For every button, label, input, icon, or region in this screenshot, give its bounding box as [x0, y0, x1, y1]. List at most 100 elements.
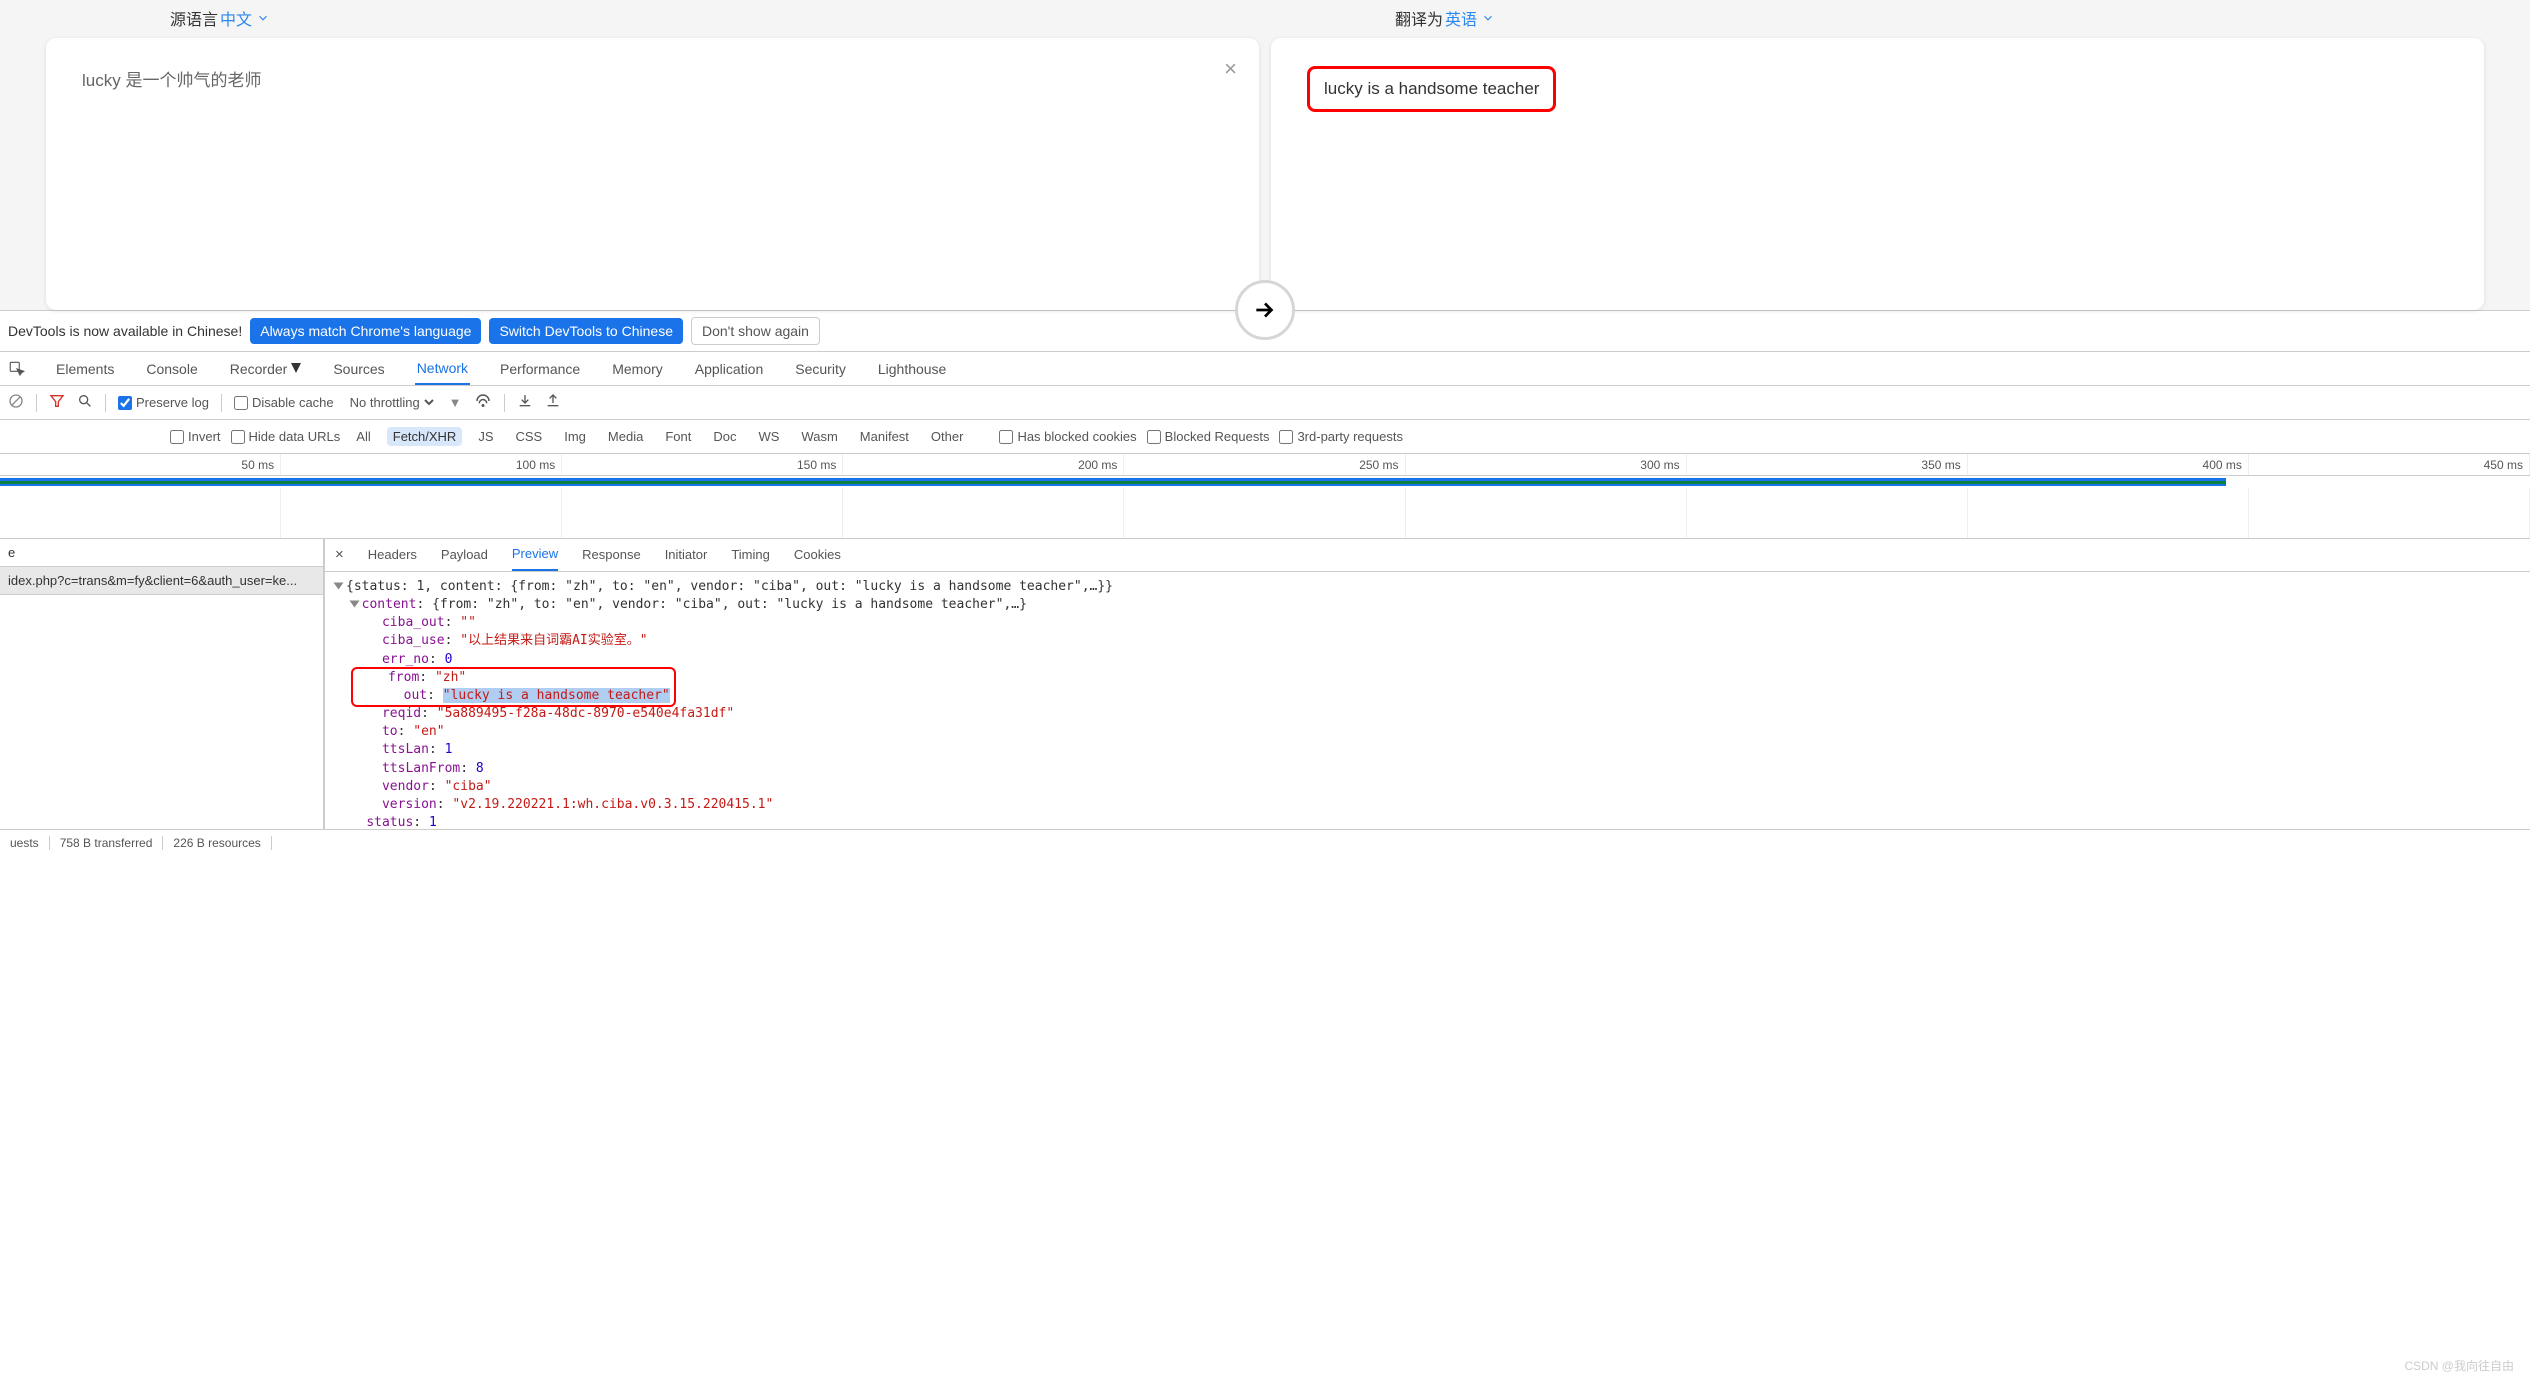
blocked-cookies-checkbox[interactable]: Has blocked cookies [999, 429, 1136, 444]
expand-triangle-icon[interactable] [349, 601, 359, 608]
tab-performance[interactable]: Performance [498, 352, 582, 385]
preview-ttslan: 1 [445, 742, 453, 757]
switch-language-button[interactable]: Switch DevTools to Chinese [489, 318, 683, 344]
filter-font[interactable]: Font [659, 427, 697, 446]
status-transferred: 758 B transferred [50, 836, 164, 850]
network-toolbar: Preserve log Disable cache No throttling… [0, 386, 2530, 420]
detail-tab-payload[interactable]: Payload [441, 539, 488, 571]
translator-panel: 源语言 中文 翻译为 英语 lucky 是一个帅气的老师 × lucky is … [0, 0, 2530, 310]
preview-ciba-use: "以上结果来自词霸AI实验室。" [460, 633, 647, 648]
detail-tab-response[interactable]: Response [582, 539, 641, 571]
tab-elements[interactable]: Elements [54, 352, 116, 385]
preview-version: "v2.19.220221.1:wh.ciba.v0.3.15.220415.1… [452, 797, 773, 812]
preview-summary: {status: 1, content: {from: "zh", to: "e… [346, 579, 1113, 594]
filter-js[interactable]: JS [472, 427, 499, 446]
source-lang-selector[interactable]: 源语言 中文 [40, 6, 1265, 30]
clear-input-button[interactable]: × [1224, 56, 1237, 82]
request-list-header[interactable]: e [0, 539, 323, 567]
detail-tab-cookies[interactable]: Cookies [794, 539, 841, 571]
preview-body[interactable]: {status: 1, content: {from: "zh", to: "e… [325, 572, 2530, 829]
request-detail-pane: × Headers Payload Preview Response Initi… [325, 539, 2530, 829]
target-lang-selector[interactable]: 翻译为 英语 [1265, 6, 2490, 30]
filter-manifest[interactable]: Manifest [854, 427, 915, 446]
preview-status: 1 [429, 815, 437, 829]
third-party-checkbox[interactable]: 3rd-party requests [1279, 429, 1403, 444]
source-text: lucky 是一个帅气的老师 [82, 66, 1223, 91]
detail-tab-headers[interactable]: Headers [368, 539, 417, 571]
timeline-tick: 250 ms [1124, 454, 1405, 475]
timeline-tick: 300 ms [1406, 454, 1687, 475]
blocked-requests-checkbox[interactable]: Blocked Requests [1147, 429, 1270, 444]
network-filter-row: Invert Hide data URLs All Fetch/XHR JS C… [0, 420, 2530, 454]
disable-cache-checkbox[interactable]: Disable cache [234, 395, 334, 410]
tab-application[interactable]: Application [693, 352, 766, 385]
expand-triangle-icon[interactable] [334, 583, 344, 590]
target-text-card: lucky is a handsome teacher [1271, 38, 2484, 310]
tab-console[interactable]: Console [144, 352, 199, 385]
devtools-main-tabs: Elements Console Recorder Sources Networ… [0, 352, 2530, 386]
watermark: CSDN @我向往自由 [2404, 1357, 2514, 1374]
close-detail-button[interactable]: × [335, 546, 344, 563]
preview-from: "zh" [435, 670, 466, 685]
detail-tab-preview[interactable]: Preview [512, 539, 558, 571]
tab-memory[interactable]: Memory [610, 352, 665, 385]
preview-to: "en" [413, 724, 444, 739]
dont-show-again-button[interactable]: Don't show again [691, 317, 820, 345]
filter-css[interactable]: CSS [510, 427, 549, 446]
request-list: e idex.php?c=trans&m=fy&client=6&auth_us… [0, 539, 325, 829]
target-lang-value: 英语 [1445, 6, 1477, 30]
filter-wasm[interactable]: Wasm [795, 427, 843, 446]
timeline-tick: 200 ms [843, 454, 1124, 475]
timeline-tick: 150 ms [562, 454, 843, 475]
timeline-tick: 400 ms [1968, 454, 2249, 475]
tab-security[interactable]: Security [793, 352, 848, 385]
detail-tab-initiator[interactable]: Initiator [665, 539, 708, 571]
filter-all[interactable]: All [350, 427, 376, 446]
devtools-panel: DevTools is now available in Chinese! Al… [0, 310, 2530, 855]
output-highlight-box: lucky is a handsome teacher [1307, 66, 1556, 112]
filter-icon[interactable] [49, 393, 65, 412]
source-lang-value: 中文 [220, 6, 252, 30]
inspect-element-icon[interactable] [8, 360, 26, 378]
tab-sources[interactable]: Sources [331, 352, 386, 385]
request-row-selected[interactable]: idex.php?c=trans&m=fy&client=6&auth_user… [0, 567, 323, 595]
source-lang-label: 源语言 [170, 6, 218, 30]
network-timeline[interactable]: 50 ms 100 ms 150 ms 200 ms 250 ms 300 ms… [0, 454, 2530, 539]
preview-reqid: "5a889495-f28a-48dc-8970-e540e4fa31df" [437, 706, 734, 721]
import-har-icon[interactable] [517, 393, 533, 412]
timeline-tick: 350 ms [1687, 454, 1968, 475]
filter-other[interactable]: Other [925, 427, 970, 446]
detail-tabs: × Headers Payload Preview Response Initi… [325, 539, 2530, 572]
translate-button[interactable] [1235, 280, 1295, 340]
search-icon[interactable] [77, 393, 93, 412]
hide-data-urls-checkbox[interactable]: Hide data URLs [231, 429, 341, 444]
timeline-tick: 50 ms [0, 454, 281, 475]
always-match-language-button[interactable]: Always match Chrome's language [250, 318, 481, 344]
preserve-log-checkbox[interactable]: Preserve log [118, 395, 209, 410]
network-conditions-icon[interactable] [474, 392, 492, 413]
chevron-down-icon [256, 11, 270, 25]
detail-tab-timing[interactable]: Timing [731, 539, 770, 571]
filter-img[interactable]: Img [558, 427, 592, 446]
tab-network[interactable]: Network [415, 352, 470, 385]
stop-recording-icon[interactable] [8, 393, 24, 412]
throttling-select[interactable]: No throttling [346, 394, 437, 411]
target-lang-label: 翻译为 [1395, 6, 1443, 30]
source-text-card[interactable]: lucky 是一个帅气的老师 × [46, 38, 1259, 310]
filter-doc[interactable]: Doc [707, 427, 742, 446]
status-requests: uests [0, 836, 50, 850]
preview-ttslanfrom: 8 [476, 761, 484, 776]
filter-fetch-xhr[interactable]: Fetch/XHR [387, 427, 463, 446]
export-har-icon[interactable] [545, 393, 561, 412]
timeline-bar-green [0, 481, 2226, 484]
tab-recorder[interactable]: Recorder [228, 352, 304, 385]
preview-ciba-out: "" [460, 615, 476, 630]
filter-media[interactable]: Media [602, 427, 649, 446]
target-text: lucky is a handsome teacher [1324, 79, 1539, 99]
arrow-right-icon [1252, 297, 1278, 323]
invert-checkbox[interactable]: Invert [170, 429, 221, 444]
tab-lighthouse[interactable]: Lighthouse [876, 352, 949, 385]
filter-ws[interactable]: WS [752, 427, 785, 446]
network-status-bar: uests 758 B transferred 226 B resources [0, 829, 2530, 855]
flask-icon [291, 363, 301, 373]
